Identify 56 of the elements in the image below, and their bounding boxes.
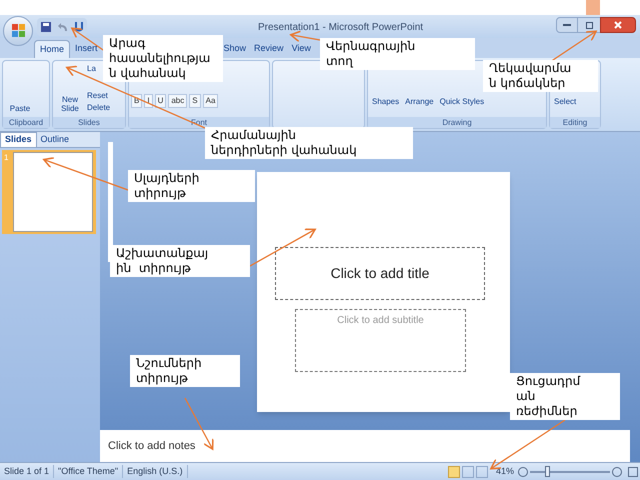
ribbon-tab[interactable]: Review xyxy=(251,40,287,58)
zoom-percent: 41% xyxy=(496,464,514,478)
ribbon-tab[interactable]: Insert xyxy=(72,40,101,58)
callout-label: Վերնագրային տող xyxy=(320,38,475,70)
ribbon-button[interactable]: U xyxy=(154,94,166,108)
ribbon-button[interactable]: Reset xyxy=(85,90,110,102)
ribbon-group-label: Editing xyxy=(550,117,600,128)
ribbon-group-label: Drawing xyxy=(368,117,546,128)
save-icon[interactable] xyxy=(41,22,51,32)
ribbon-button[interactable]: Aa xyxy=(202,94,218,108)
language-status[interactable]: English (U.S.) xyxy=(122,464,188,478)
ribbon-tab[interactable]: Home xyxy=(34,40,70,58)
ribbon-button[interactable]: S xyxy=(189,94,201,108)
ribbon-button[interactable]: I xyxy=(144,94,153,108)
ribbon-button[interactable]: Shapes xyxy=(370,95,402,109)
fit-window-button[interactable] xyxy=(628,466,638,476)
leader-line xyxy=(290,30,320,42)
callout-label: Սլայդների տիրույթ xyxy=(128,170,255,202)
minimize-button[interactable] xyxy=(556,17,578,33)
close-icon xyxy=(614,21,622,29)
ribbon-button[interactable]: New Slide xyxy=(55,63,85,113)
window-title: Presentation1 - Microsoft PowerPoint xyxy=(258,21,424,35)
zoom-out-button[interactable] xyxy=(518,466,528,476)
callout-label: Արագ հասանելիությա ն վահանակ xyxy=(103,35,223,82)
close-button[interactable] xyxy=(600,17,636,33)
ribbon-button[interactable]: La xyxy=(85,63,98,75)
zoom-slider-thumb[interactable] xyxy=(545,466,550,477)
slide-count: Slide 1 of 1 xyxy=(3,464,50,478)
leader-line xyxy=(550,30,597,63)
office-button[interactable] xyxy=(3,16,33,46)
window-edge-mark xyxy=(586,0,600,15)
ribbon-button[interactable]: Delete xyxy=(85,102,112,114)
ribbon-group-label: Clipboard xyxy=(3,117,49,128)
leader-line xyxy=(250,228,316,267)
zoom-slider[interactable] xyxy=(530,466,610,477)
callout-label: Ղեկավարմա ն կոճակներ xyxy=(483,60,598,92)
zoom-in-button[interactable] xyxy=(612,466,622,476)
ribbon-button[interactable]: Arrange xyxy=(403,95,436,109)
ribbon-button[interactable]: Select xyxy=(552,95,578,109)
panel-tab[interactable]: Slides xyxy=(0,132,37,147)
ribbon-button[interactable]: Quick Styles xyxy=(438,95,486,109)
notes-pane[interactable]: Click to add notes xyxy=(100,430,630,462)
callout-label: Ցուցադրմ ան ռեժիմներ xyxy=(510,373,620,420)
restore-button[interactable] xyxy=(578,17,600,33)
slide-number: 1 xyxy=(4,152,10,164)
theme-name: "Office Theme" xyxy=(53,464,122,478)
ribbon-button[interactable]: abc xyxy=(168,94,188,108)
callout-label: Հրամանային ներդիրների վահանակ xyxy=(205,127,413,159)
ribbon-tab[interactable]: View xyxy=(288,40,314,58)
ribbon-group-label: Slides xyxy=(53,117,125,128)
callout-label: Նշումների տիրույթ xyxy=(130,355,240,387)
title-placeholder[interactable]: Click to add title xyxy=(275,247,485,300)
ribbon-button[interactable]: Paste xyxy=(5,63,35,113)
ribbon-tab[interactable]: Show xyxy=(220,40,250,58)
callout-label: Աշխատանքայ ին տիրույթ xyxy=(110,245,250,277)
notes-placeholder: Click to add notes xyxy=(108,438,196,454)
